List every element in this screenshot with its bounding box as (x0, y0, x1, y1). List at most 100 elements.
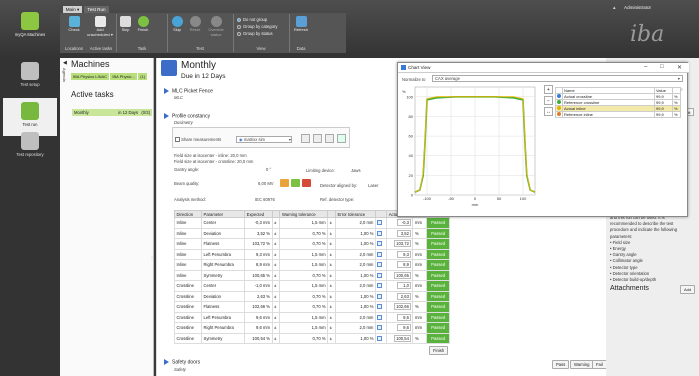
fail-button[interactable]: Fail (592, 360, 607, 369)
edit-cell[interactable] (374, 322, 388, 334)
collapse-icon[interactable]: ◀ (63, 60, 67, 66)
actual-input[interactable]: 2,63 (396, 292, 411, 300)
edit-icon[interactable] (377, 230, 383, 236)
beam-alert-icon[interactable] (302, 179, 311, 187)
compare-icon[interactable] (313, 134, 322, 143)
actual-cell[interactable]: 100,54 (386, 332, 414, 344)
pan-icon[interactable]: ↔ (544, 107, 553, 116)
edit-cell[interactable] (374, 269, 388, 281)
refresh-button[interactable]: Refresh (292, 16, 310, 44)
beam-confirm-icon[interactable] (291, 179, 300, 187)
edit-icon[interactable] (377, 304, 383, 310)
skip-test-button[interactable]: Skip (169, 16, 185, 44)
section-profile[interactable]: Profile constancy (164, 113, 210, 119)
zoom-in-icon[interactable]: + (544, 85, 553, 94)
edit-cell[interactable] (374, 311, 388, 323)
legend-item[interactable]: Reference inline 99,9% (555, 111, 681, 118)
actual-cell[interactable]: 9,3 (386, 248, 414, 260)
edit-cell[interactable] (374, 217, 388, 229)
group-none-option[interactable]: Do not group (237, 17, 267, 22)
finish-button[interactable]: Finish (135, 16, 151, 44)
user-name[interactable]: Administrator (624, 5, 651, 10)
active-task-row[interactable]: Monthly in 12 Days (0/3) (72, 109, 152, 116)
skip-task-button[interactable]: Skip (118, 16, 133, 44)
main-menu-tab[interactable]: Main ▾ (63, 6, 82, 13)
edit-icon[interactable] (377, 293, 383, 299)
actual-input[interactable]: 9,3 (396, 250, 411, 258)
actual-input[interactable]: 8,9 (396, 261, 411, 269)
edit-cell[interactable] (374, 248, 388, 260)
actual-cell[interactable]: 103,72 (386, 238, 414, 250)
actual-input[interactable]: 9,6 (396, 324, 411, 332)
zoom-out-icon[interactable]: − (544, 96, 553, 105)
edit-icon[interactable] (377, 220, 383, 226)
close-window-icon[interactable]: ✕ (677, 64, 682, 71)
edit-cell[interactable] (374, 332, 388, 344)
minimize-window-icon[interactable]: – (644, 64, 647, 70)
section-mlc[interactable]: MLC Picket Fence (164, 88, 213, 94)
minimize-icon[interactable]: ▲ (612, 5, 617, 10)
nav-test-setup[interactable]: Test setup (3, 58, 57, 96)
splitter-handle[interactable]: ⋮ (150, 255, 154, 277)
actual-cell[interactable]: -0,3 (386, 217, 414, 229)
chart-icon[interactable] (337, 134, 346, 143)
warning-button[interactable]: Warning (570, 360, 594, 369)
actual-input[interactable]: 100,65 (394, 271, 411, 279)
actual-cell[interactable]: 3,52 (386, 227, 414, 239)
actual-input[interactable]: 9,6 (396, 313, 411, 321)
override-status-button[interactable]: Override status (205, 16, 227, 44)
group-status-option[interactable]: Group by status (237, 31, 273, 36)
actual-input[interactable]: -0,3 (396, 219, 411, 227)
edit-icon[interactable] (377, 251, 383, 257)
check-button[interactable]: Check (64, 16, 84, 44)
edit-icon[interactable] (377, 272, 383, 278)
edit-icon[interactable] (377, 325, 383, 331)
section-safety[interactable]: Safety doors (164, 359, 200, 365)
edit-cell[interactable] (374, 280, 388, 292)
beam-edit-icon[interactable] (280, 179, 289, 187)
actual-cell[interactable]: 8,9 (386, 259, 414, 271)
pass-button[interactable]: Pass (552, 360, 570, 369)
agenda-tab[interactable]: Agenda (62, 68, 67, 82)
pm-cell: ± (271, 269, 281, 281)
machine-chip[interactable]: IBA Physic... (110, 73, 137, 80)
edit-cell[interactable] (374, 227, 388, 239)
machine-chip[interactable]: IBA Physics LINAC (71, 73, 110, 80)
actual-input[interactable]: 103,72 (394, 240, 411, 248)
edit-icon[interactable] (377, 241, 383, 247)
actual-cell[interactable]: 9,6 (386, 322, 414, 334)
edit-icon[interactable] (377, 314, 383, 320)
edit-icon[interactable] (377, 262, 383, 268)
settings-icon[interactable] (325, 134, 334, 143)
reset-button[interactable]: Reset (187, 16, 203, 44)
actual-cell[interactable]: 1,0 (386, 280, 414, 292)
matrix-select[interactable]: ◉ matrixx sim ▾ (236, 136, 292, 143)
actual-cell[interactable]: 2,63 (386, 290, 414, 302)
legend-scroll-right-icon[interactable]: › (681, 87, 687, 96)
normalize-select[interactable]: CAX average ▾ (432, 75, 683, 82)
edit-cell[interactable] (374, 259, 388, 271)
add-unscheduled-button[interactable]: Add unscheduled ▾ (86, 16, 114, 44)
actual-cell[interactable]: 102,66 (386, 301, 414, 313)
nav-test-repository[interactable]: Test repository (3, 128, 57, 166)
override-icon (210, 16, 222, 27)
edit-cell[interactable] (374, 290, 388, 302)
edit-icon[interactable] (377, 283, 383, 289)
actual-input[interactable]: 1,0 (396, 282, 411, 290)
actual-cell[interactable]: 9,6 (386, 311, 414, 323)
actual-input[interactable]: 100,54 (394, 334, 411, 342)
finish-section-button[interactable]: Finish (429, 346, 449, 355)
test-run-tab[interactable]: Test Run (84, 6, 109, 13)
my-machines-button[interactable]: myQA Machines (0, 8, 60, 52)
share-measurements[interactable]: Share measurements (175, 137, 221, 143)
edit-cell[interactable] (374, 238, 388, 250)
actual-cell[interactable]: 100,65 (386, 269, 414, 281)
add-attachment-button[interactable]: Add (680, 285, 696, 294)
measure-icon[interactable] (301, 134, 310, 143)
actual-input[interactable]: 3,52 (396, 229, 411, 237)
edit-cell[interactable] (374, 301, 388, 313)
group-category-option[interactable]: Group by category (237, 24, 277, 29)
maximize-window-icon[interactable]: □ (660, 64, 664, 70)
actual-input[interactable]: 102,66 (394, 303, 411, 311)
edit-icon[interactable] (377, 335, 383, 341)
